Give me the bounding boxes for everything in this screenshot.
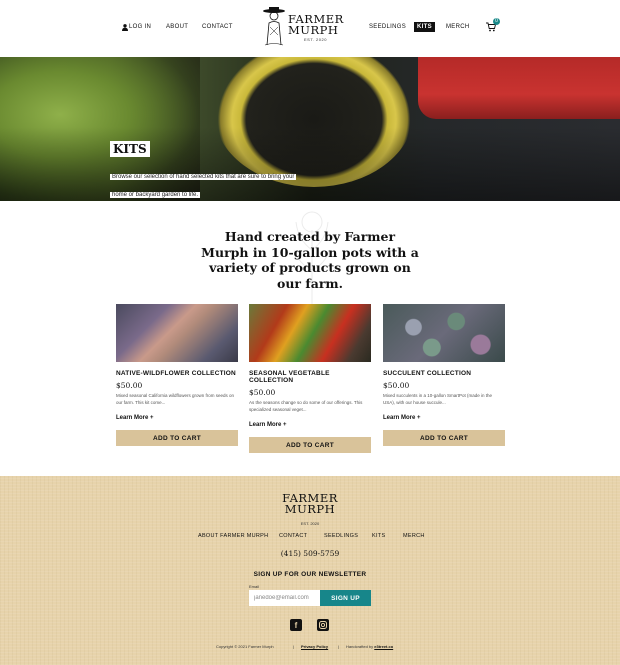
farmer-illustration bbox=[263, 7, 285, 46]
instagram-glyph bbox=[319, 621, 327, 629]
add-to-cart-button[interactable]: ADD TO CART bbox=[116, 430, 238, 446]
signup-button[interactable]: SIGN UP bbox=[320, 590, 371, 606]
product-card: NATIVE-WILDFLOWER COLLECTION $50.00 Mixe… bbox=[116, 304, 238, 446]
learn-more-link[interactable]: Learn More + bbox=[116, 415, 154, 421]
site-logo[interactable]: FARMER MURPH EST. 2020 bbox=[262, 5, 343, 47]
nav-contact[interactable]: CONTACT bbox=[202, 24, 233, 30]
privacy-policy-anchor[interactable]: Privacy Policy bbox=[301, 644, 328, 649]
product-description: Mixed seasonal California wildflowers gr… bbox=[116, 393, 235, 405]
logo-wordmark: FARMER MURPH bbox=[288, 13, 344, 37]
product-name[interactable]: NATIVE-WILDFLOWER COLLECTION bbox=[116, 370, 238, 377]
hero-shade bbox=[0, 127, 620, 201]
instagram-icon[interactable] bbox=[317, 619, 329, 631]
divider: | bbox=[293, 644, 295, 649]
hero-subtitle: Browse our selection of hand selected ki… bbox=[110, 165, 297, 201]
add-to-cart-button[interactable]: ADD TO CART bbox=[383, 430, 505, 446]
footer-nav-seedlings[interactable]: SEEDLINGS bbox=[324, 533, 358, 539]
privacy-policy-link[interactable]: Privacy Policy bbox=[301, 644, 328, 649]
footer-nav-kits[interactable]: KITS bbox=[372, 533, 385, 539]
logo-est: EST. 2020 bbox=[304, 37, 327, 42]
nav-kits[interactable]: KITS bbox=[414, 22, 435, 32]
handcrafted-link[interactable]: e3treet.co bbox=[374, 644, 393, 649]
product-name[interactable]: SEASONAL VEGETABLE COLLECTION bbox=[249, 370, 371, 384]
nav-merch[interactable]: MERCH bbox=[446, 24, 470, 30]
nav-login[interactable]: LOG IN bbox=[129, 24, 151, 30]
product-description: As the seasons change so do some of our … bbox=[249, 400, 363, 412]
hero-banner: KITS Browse our selection of hand select… bbox=[0, 57, 620, 201]
product-image-vegetable[interactable] bbox=[249, 304, 371, 362]
learn-more-label: Learn More bbox=[383, 415, 416, 421]
footer-phone[interactable]: (415) 509-5759 bbox=[0, 549, 620, 558]
product-image-wildflower[interactable] bbox=[116, 304, 238, 362]
product-price: $50.00 bbox=[383, 381, 410, 390]
divider: | bbox=[338, 644, 340, 649]
learn-more-label: Learn More bbox=[249, 422, 282, 428]
plus-icon: + bbox=[150, 415, 154, 421]
hero-subtitle-text: Browse our selection of hand selected ki… bbox=[110, 174, 297, 198]
handcrafted-credit: Handcrafted by e3treet.co bbox=[346, 644, 393, 649]
learn-more-link[interactable]: Learn More + bbox=[249, 422, 287, 428]
learn-more-label: Learn More bbox=[116, 415, 149, 421]
newsletter-title: SIGN UP FOR OUR NEWSLETTER bbox=[253, 571, 367, 578]
footer-nav-about[interactable]: ABOUT FARMER MURPH bbox=[198, 533, 268, 539]
product-price: $50.00 bbox=[116, 381, 143, 390]
nav-about[interactable]: ABOUT bbox=[166, 24, 188, 30]
hero-red-tray-image bbox=[418, 57, 620, 119]
cart-count-badge: 0 bbox=[493, 18, 500, 25]
learn-more-link[interactable]: Learn More + bbox=[383, 415, 421, 421]
site-footer: FARMER MURPH EST. 2020 ABOUT FARMER MURP… bbox=[0, 476, 620, 665]
footer-logo-est: EST. 2020 bbox=[300, 521, 320, 526]
footer-nav-merch[interactable]: MERCH bbox=[403, 533, 425, 539]
site-header: LOG IN ABOUT CONTACT FARMER MURPH EST. 2… bbox=[0, 0, 620, 57]
nav-seedlings[interactable]: SEEDLINGS bbox=[369, 24, 406, 30]
product-name[interactable]: SUCCULENT COLLECTION bbox=[383, 370, 505, 377]
footer-logo[interactable]: FARMER MURPH bbox=[282, 492, 338, 516]
product-price: $50.00 bbox=[249, 388, 276, 397]
user-icon bbox=[122, 24, 128, 31]
plus-icon: + bbox=[283, 422, 287, 428]
email-field[interactable] bbox=[249, 590, 320, 606]
product-card: SEASONAL VEGETABLE COLLECTION $50.00 As … bbox=[249, 304, 371, 453]
product-description: Mixed succulents in a 10-gallon SmartPot… bbox=[383, 393, 493, 405]
plus-icon: + bbox=[417, 415, 421, 421]
handcrafted-prefix: Handcrafted by bbox=[346, 644, 374, 649]
intro-heading: Hand created by Farmer Murph in 10-gallo… bbox=[201, 229, 419, 291]
footer-nav-contact[interactable]: CONTACT bbox=[279, 533, 307, 539]
hero-title: KITS bbox=[110, 141, 150, 157]
product-card: SUCCULENT COLLECTION $50.00 Mixed succul… bbox=[383, 304, 505, 446]
product-image-succulent[interactable] bbox=[383, 304, 505, 362]
email-label: Email bbox=[249, 584, 260, 589]
facebook-icon[interactable]: f bbox=[290, 619, 302, 631]
logo-line-2: MURPH bbox=[288, 23, 339, 37]
footer-logo-line-2: MURPH bbox=[284, 502, 336, 516]
copyright-text: Copyright © 2021 Farmer Murph bbox=[216, 644, 274, 649]
add-to-cart-button[interactable]: ADD TO CART bbox=[249, 437, 371, 453]
